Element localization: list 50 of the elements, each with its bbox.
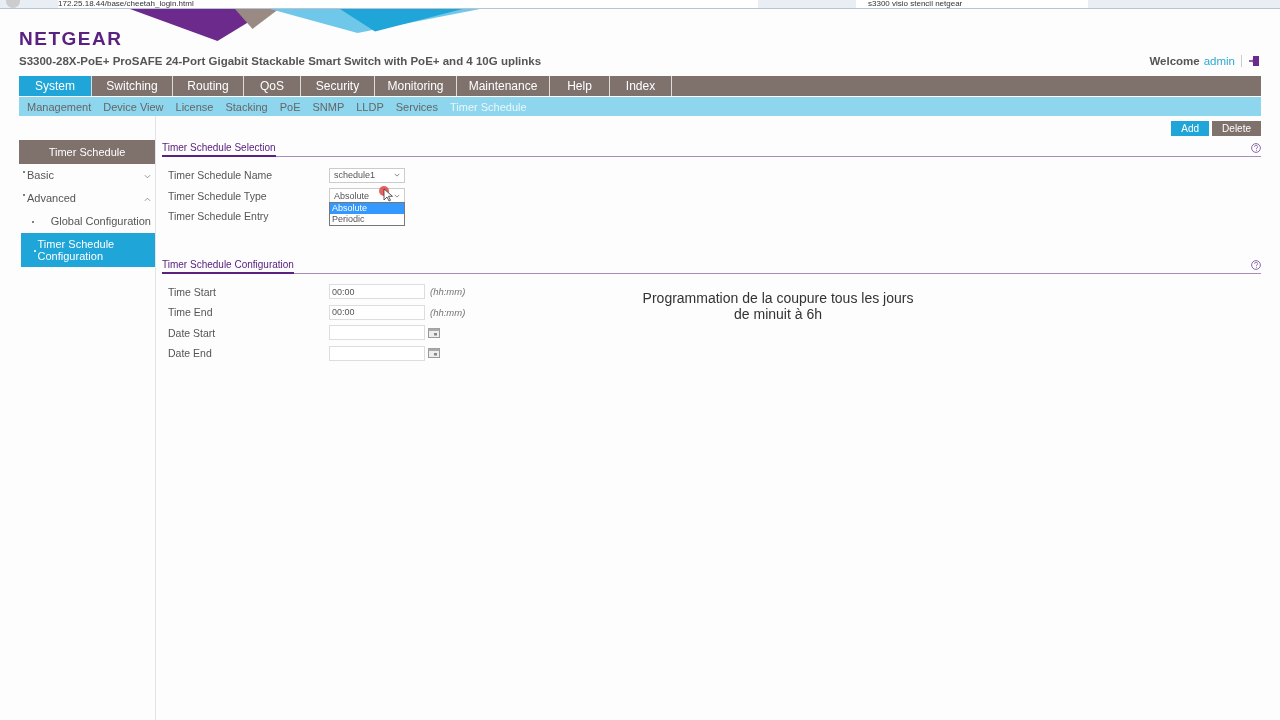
format-hint: (hh:mm) — [430, 306, 466, 318]
time-field[interactable]: 00:00 — [329, 304, 425, 320]
subnav-tab[interactable]: License — [169, 97, 220, 116]
section-title: Timer Schedule Configuration — [162, 258, 294, 274]
action-button[interactable]: Delete — [1212, 120, 1261, 136]
caret-icon — [394, 173, 400, 178]
sidebar-item[interactable]: Timer Schedule Configuration — [21, 233, 155, 267]
field-label: Timer Schedule Entry — [168, 210, 270, 223]
subnav-tab[interactable]: PoE — [273, 97, 307, 116]
dropdown-option[interactable]: Absolute — [330, 203, 404, 215]
subnav-tab[interactable]: Management — [21, 97, 98, 116]
user-link[interactable]: admin — [1203, 55, 1242, 67]
help-icon[interactable] — [1251, 259, 1261, 270]
logo: NETGEAR — [19, 28, 123, 50]
calendar-icon[interactable] — [428, 327, 440, 338]
caption-text: Programmation de la coupure tous les jours de minuit à 6h — [641, 289, 915, 324]
field-label: Date End — [168, 347, 213, 360]
sidebar-item[interactable]: Global Configuration — [19, 210, 155, 232]
subnav-tab[interactable]: Stacking — [219, 97, 274, 116]
nav-tab[interactable]: System — [19, 76, 92, 96]
field-label: Time End — [168, 306, 214, 319]
search-field[interactable]: s3300 visio stencil netgear — [856, 0, 1088, 8]
format-hint: (hh:mm) — [430, 286, 466, 298]
sidebar-title: Timer Schedule — [19, 140, 155, 164]
chevron-down-icon — [144, 174, 151, 179]
subnav-tab[interactable]: Services — [389, 97, 444, 116]
name-select[interactable]: schedule1 — [329, 167, 405, 183]
field-label: Timer Schedule Type — [168, 189, 268, 202]
field-label: Date Start — [168, 326, 217, 339]
time-field[interactable]: 00:00 — [329, 284, 425, 300]
sidebar-item[interactable]: Basic — [19, 164, 155, 186]
product-title: S3300-28X-PoE+ ProSAFE 24-Port Gigabit Stackable Smart Switch with PoE+ and 4 10G uplinks — [19, 55, 543, 67]
subnav-tab[interactable]: LLDP — [350, 97, 390, 116]
calendar-icon[interactable] — [428, 348, 440, 359]
subnav-tab[interactable]: SNMP — [306, 97, 351, 116]
date-field[interactable] — [329, 325, 425, 341]
field-label: Time Start — [168, 285, 218, 298]
subnav-tab[interactable]: Device View — [97, 97, 170, 116]
chevron-up-icon — [144, 197, 151, 202]
logout-icon[interactable] — [1249, 55, 1261, 67]
dropdown-option[interactable]: Periodic — [330, 214, 404, 226]
field-label: Timer Schedule Name — [168, 169, 274, 182]
help-icon[interactable] — [1251, 143, 1261, 153]
date-field[interactable] — [329, 345, 425, 361]
section-title: Timer Schedule Selection — [162, 142, 276, 157]
action-button[interactable]: Add — [1171, 120, 1210, 136]
sidebar-item[interactable]: Advanced — [19, 187, 155, 209]
address-field[interactable]: 172.25.18.44/base/cheetah_login.html — [58, 0, 758, 8]
caret-icon — [394, 193, 400, 198]
welcome-text: Welcome — [1149, 55, 1200, 67]
